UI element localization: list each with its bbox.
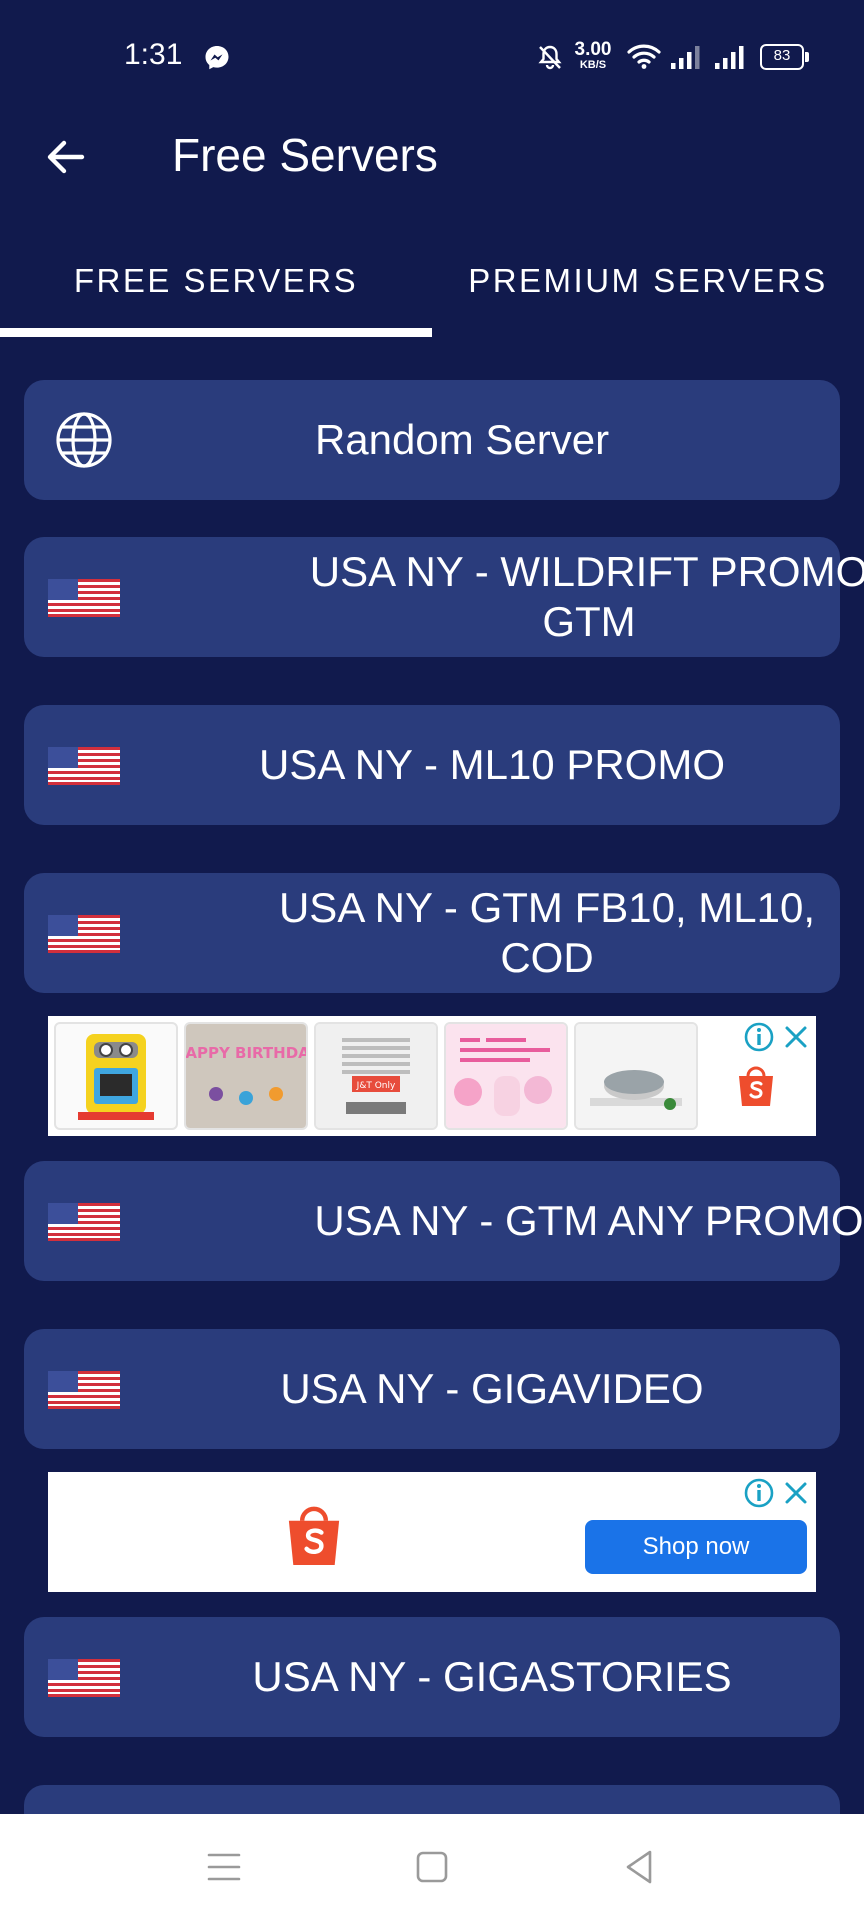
battery-icon: 83 — [760, 44, 809, 70]
server-item[interactable]: USA NY - GIGASTORIES — [24, 1617, 840, 1737]
birthday-banner-image: HAPPY BIRTHDAY — [186, 1024, 306, 1128]
status-bar: 1:31 3.00 KB/S 83 — [0, 0, 864, 116]
wifi-icon — [627, 44, 661, 69]
ad-close-icon[interactable] — [782, 1023, 810, 1051]
bell-off-icon — [538, 45, 562, 70]
ad-close-icon[interactable] — [782, 1479, 810, 1507]
network-speed-unit: KB/S — [579, 59, 607, 71]
ad-product-thumb[interactable] — [444, 1022, 568, 1130]
server-item[interactable]: USA NY - WILDRIFT PROMO GTM — [24, 537, 864, 657]
ad-text: J&T Only — [356, 1081, 396, 1091]
tab-bar: FREE SERVERS PREMIUM SERVERS — [0, 240, 864, 340]
server-name: USA NY - GTM FB10, ML10, COD — [278, 884, 816, 981]
menu-icon[interactable] — [206, 1850, 242, 1884]
shop-now-button[interactable]: Shop now — [585, 1520, 807, 1574]
ad-product-thumb[interactable]: HAPPY BIRTHDAY — [184, 1022, 308, 1130]
ad-product-thumb[interactable] — [54, 1022, 178, 1130]
battery-level: 83 — [773, 47, 791, 64]
kitchen-scale-image — [576, 1024, 696, 1128]
server-item[interactable]: USA NY - GTM ANY PROMO — [24, 1161, 864, 1281]
server-name: USA NY - WILDRIFT PROMO GTM — [309, 548, 864, 645]
tab-premium-servers[interactable]: PREMIUM SERVERS — [432, 240, 864, 340]
status-time: 1:31 — [124, 38, 183, 71]
ad-info-icon[interactable] — [744, 1478, 774, 1508]
server-name: USA NY - GIGAVIDEO — [280, 1365, 704, 1412]
server-item[interactable]: USA NY - ML10 PROMO — [24, 705, 840, 825]
us-flag-icon — [48, 1203, 120, 1241]
ad-product-thumb[interactable]: J&T Only — [314, 1022, 438, 1130]
window-blinds-image: J&T Only — [316, 1024, 436, 1128]
server-item-random[interactable]: Random Server — [24, 380, 840, 500]
network-speed: 3.00 KB/S — [570, 40, 616, 71]
tab-free-servers[interactable]: FREE SERVERS — [0, 240, 432, 340]
us-flag-icon — [48, 1659, 120, 1697]
network-speed-value: 3.00 — [574, 39, 612, 60]
ad-banner[interactable]: Shop now — [48, 1472, 816, 1592]
arrow-left-icon[interactable] — [42, 132, 92, 182]
back-triangle-icon[interactable] — [622, 1848, 656, 1886]
server-name: USA NY - GIGASTORIES — [252, 1653, 732, 1700]
coin-bank-toy-image — [78, 1034, 154, 1120]
shopee-bag-icon — [288, 1506, 340, 1566]
server-name: Random Server — [314, 416, 610, 463]
us-flag-icon — [48, 915, 120, 953]
ad-info-icon[interactable] — [744, 1022, 774, 1052]
letter-balloons-image — [446, 1024, 566, 1128]
server-name: USA NY - GTM ANY PROMO — [314, 1197, 864, 1244]
signal-icon — [671, 46, 700, 69]
server-item[interactable]: USA NY - GIGAVIDEO — [24, 1329, 840, 1449]
system-nav-bar — [0, 1814, 864, 1920]
shopee-bag-icon — [739, 1066, 773, 1106]
home-square-icon[interactable] — [414, 1849, 450, 1885]
signal-icon — [715, 46, 744, 69]
us-flag-icon — [48, 1371, 120, 1409]
ad-banner[interactable]: HAPPY BIRTHDAY J&T Only — [48, 1016, 816, 1136]
page-title: Free Servers — [172, 129, 438, 181]
us-flag-icon — [48, 579, 120, 617]
messenger-icon — [205, 46, 229, 70]
us-flag-icon — [48, 747, 120, 785]
server-item[interactable]: USA NY - GTM FB10, ML10, COD — [24, 873, 840, 993]
ad-text: HAPPY BIRTHDAY — [186, 1044, 306, 1062]
server-name: USA NY - ML10 PROMO — [258, 741, 726, 788]
tab-indicator — [0, 328, 432, 337]
ad-product-thumb[interactable] — [574, 1022, 698, 1130]
